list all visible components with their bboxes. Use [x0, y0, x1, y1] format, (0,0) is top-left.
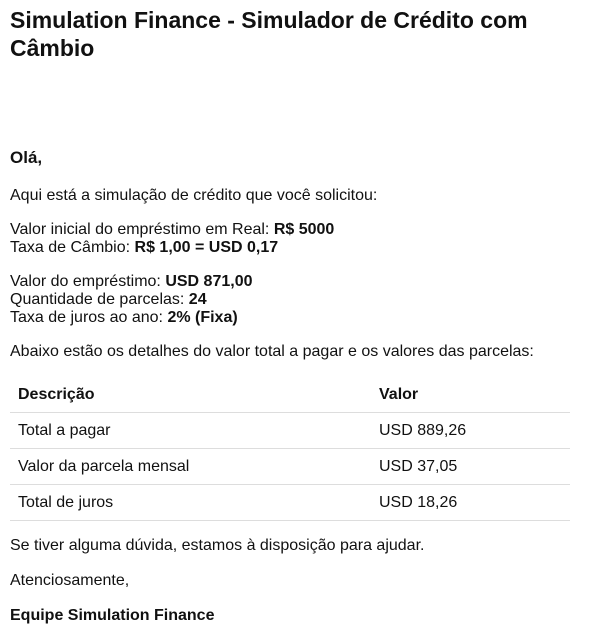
initial-loan-value: R$ 5000	[273, 221, 335, 238]
table-cell-description: Total de juros	[10, 484, 371, 521]
table-header-description: Descrição	[10, 377, 371, 413]
interest-rate-value: 2% (Fixa)	[167, 309, 238, 326]
initial-info-block: Valor inicial do empréstimo em Real: R$ …	[10, 221, 580, 257]
interest-rate-line: Taxa de juros ao ano: 2% (Fixa)	[10, 309, 580, 327]
greeting: Olá,	[10, 148, 43, 167]
email-body: Simulation Finance - Simulador de Crédit…	[10, 6, 580, 625]
initial-loan-label: Valor inicial do empréstimo em Real:	[10, 221, 274, 238]
installments-line: Quantidade de parcelas: 24	[10, 291, 580, 309]
table-cell-description: Valor da parcela mensal	[10, 448, 371, 485]
table-row: Total a pagar USD 889,26	[10, 412, 570, 449]
table-row: Valor da parcela mensal USD 37,05	[10, 448, 570, 485]
table-row: Total de juros USD 18,26	[10, 484, 570, 521]
help-text: Se tiver alguma dúvida, estamos à dispos…	[10, 537, 425, 554]
page-title: Simulation Finance - Simulador de Crédit…	[10, 7, 528, 61]
loan-info-block: Valor do empréstimo: USD 871,00 Quantida…	[10, 273, 580, 327]
table-cell-value: USD 889,26	[371, 412, 570, 449]
details-table: Descrição Valor Total a pagar USD 889,26…	[10, 377, 570, 521]
loan-value-line: Valor do empréstimo: USD 871,00	[10, 273, 580, 291]
signature: Equipe Simulation Finance	[10, 607, 215, 624]
table-cell-value: USD 37,05	[371, 448, 570, 485]
table-cell-description: Total a pagar	[10, 412, 371, 449]
loan-value-value: USD 871,00	[165, 273, 253, 290]
exchange-rate-value: R$ 1,00 = USD 0,17	[134, 239, 279, 256]
loan-value-label: Valor do empréstimo:	[10, 273, 166, 290]
installments-value: 24	[188, 291, 207, 308]
exchange-rate-line: Taxa de Câmbio: R$ 1,00 = USD 0,17	[10, 239, 580, 257]
intro-text: Aqui está a simulação de crédito que voc…	[10, 187, 378, 204]
installments-label: Quantidade de parcelas:	[10, 291, 189, 308]
exchange-rate-label: Taxa de Câmbio:	[10, 239, 135, 256]
regards-text: Atenciosamente,	[10, 572, 130, 589]
table-header-value: Valor	[371, 377, 570, 413]
initial-loan-line: Valor inicial do empréstimo em Real: R$ …	[10, 221, 580, 239]
table-header-row: Descrição Valor	[10, 377, 570, 413]
table-lead-text: Abaixo estão os detalhes do valor total …	[10, 343, 534, 360]
table-cell-value: USD 18,26	[371, 484, 570, 521]
interest-rate-label: Taxa de juros ao ano:	[10, 309, 168, 326]
